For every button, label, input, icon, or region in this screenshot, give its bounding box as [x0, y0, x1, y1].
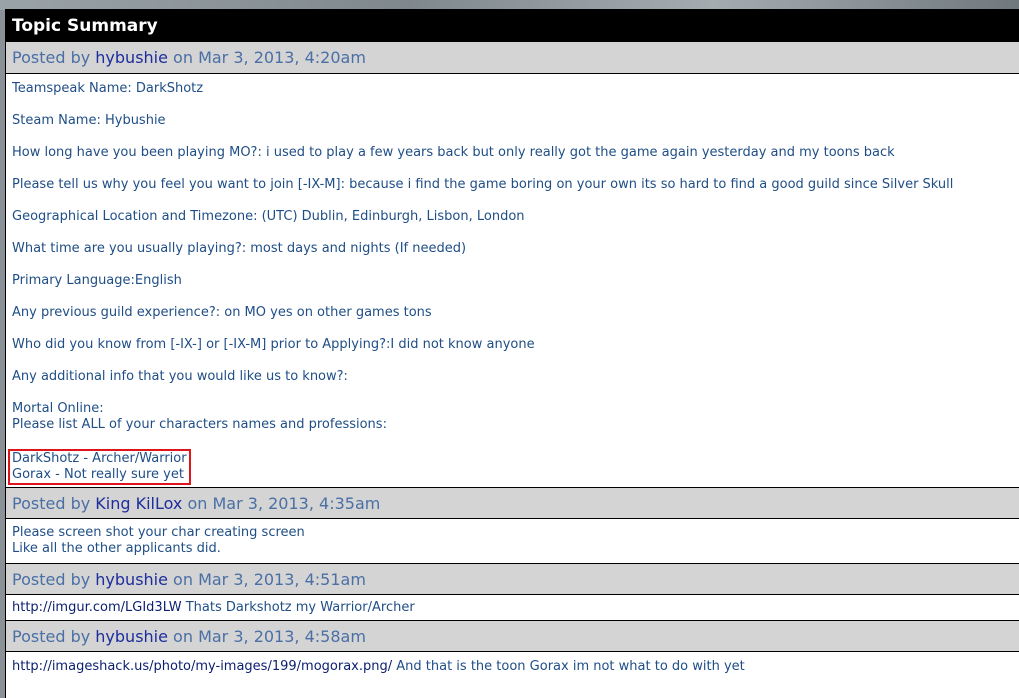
post-author-link[interactable]: King KilLox	[95, 494, 182, 513]
post-line: http://imageshack.us/photo/my-images/199…	[12, 659, 1013, 675]
post-header: Posted by hybushie on Mar 3, 2013, 4:51a…	[6, 563, 1019, 595]
post-line: How long have you been playing MO?: i us…	[12, 145, 895, 160]
post-line: Steam Name: Hybushie	[12, 113, 166, 128]
post-body: Teamspeak Name: DarkShotz Steam Name: Hy…	[6, 74, 1019, 487]
topic-summary-panel: Topic Summary Posted by hybushie on Mar …	[5, 9, 1019, 698]
post-line: Like all the other applicants did.	[12, 541, 221, 556]
post-header: Posted by hybushie on Mar 3, 2013, 4:20a…	[6, 42, 1019, 74]
panel-title: Topic Summary	[6, 10, 1019, 42]
post-header: Posted by King KilLox on Mar 3, 2013, 4:…	[6, 487, 1019, 519]
character-list-highlight: DarkShotz - Archer/Warrior Gorax - Not r…	[8, 449, 191, 485]
post-line: Please tell us why you feel you want to …	[12, 177, 954, 192]
post-date: on Mar 3, 2013, 4:51am	[173, 570, 366, 589]
post-line: Any previous guild experience?: on MO ye…	[12, 305, 432, 320]
post-date: on Mar 3, 2013, 4:58am	[173, 627, 366, 646]
post-text: Thats Darkshotz my Warrior/Archer	[181, 600, 415, 615]
post-body: http://imageshack.us/photo/my-images/199…	[6, 652, 1019, 679]
post-line: Primary Language:English	[12, 273, 182, 288]
post-line: Geographical Location and Timezone: (UTC…	[12, 209, 525, 224]
posted-by-label: Posted by	[12, 494, 91, 513]
post-line: Please list ALL of your characters names…	[12, 417, 387, 432]
imgur-link[interactable]: http://imgur.com/LGId3LW	[12, 600, 182, 615]
posted-by-label: Posted by	[12, 627, 91, 646]
post-date: on Mar 3, 2013, 4:35am	[187, 494, 381, 513]
imageshack-link[interactable]: http://imageshack.us/photo/my-images/199…	[12, 659, 392, 674]
posted-by-label: Posted by	[12, 48, 91, 67]
posted-by-label: Posted by	[12, 570, 91, 589]
character-entry: Gorax - Not really sure yet	[12, 467, 184, 482]
post-line: http://imgur.com/LGId3LW Thats Darkshotz…	[12, 600, 1013, 616]
post-line: Who did you know from [-IX-] or [-IX-M] …	[12, 337, 535, 352]
post-body: Please screen shot your char creating sc…	[6, 519, 1019, 563]
post-line: Teamspeak Name: DarkShotz	[12, 81, 204, 96]
character-entry: DarkShotz - Archer/Warrior	[12, 451, 187, 466]
post-line: What time are you usually playing?: most…	[12, 241, 467, 256]
post-line: Please screen shot your char creating sc…	[12, 525, 305, 540]
post-author-link[interactable]: hybushie	[95, 570, 168, 589]
post-line: Mortal Online:	[12, 401, 104, 416]
post-line: Any additional info that you would like …	[12, 369, 348, 384]
post-author-link[interactable]: hybushie	[95, 627, 168, 646]
post-text: And that is the toon Gorax im not what t…	[392, 659, 745, 674]
post-date: on Mar 3, 2013, 4:20am	[173, 48, 366, 67]
post-header: Posted by hybushie on Mar 3, 2013, 4:58a…	[6, 620, 1019, 652]
post-body: http://imgur.com/LGId3LW Thats Darkshotz…	[6, 595, 1019, 620]
post-author-link[interactable]: hybushie	[95, 48, 168, 67]
